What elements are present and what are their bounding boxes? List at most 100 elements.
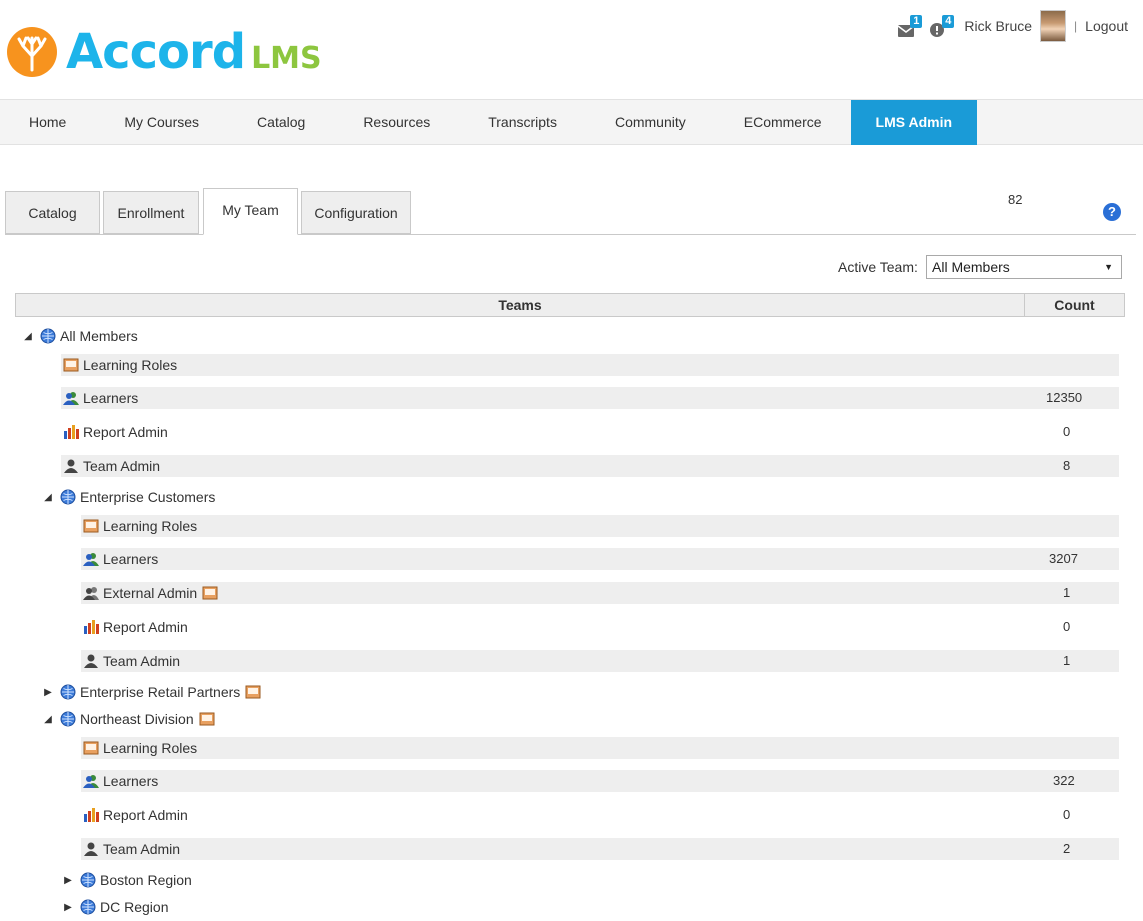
tree-row-learners[interactable]: Learners 12350 (61, 387, 1119, 409)
tree-node-label: Enterprise Customers (80, 489, 216, 505)
tree-node-dc-region[interactable]: ▶ DC Region (60, 897, 168, 917)
tab-enrollment[interactable]: Enrollment (103, 191, 199, 234)
tree-row-report-admin[interactable]: Report Admin 0 (61, 421, 1119, 443)
inbox-tray-icon (83, 519, 99, 533)
row-count: 12350 (1046, 390, 1083, 405)
row-count: 0 (1063, 619, 1071, 634)
inbox-tray-icon (83, 741, 99, 755)
alerts-notification[interactable]: 4 (930, 15, 955, 37)
users-icon (63, 391, 79, 405)
tree-row-team-admin[interactable]: Team Admin 8 (61, 455, 1119, 477)
logout-link[interactable]: Logout (1085, 18, 1128, 34)
tree-row-external-admin[interactable]: External Admin 1 (81, 582, 1119, 604)
tree-row-report-admin[interactable]: Report Admin 0 (81, 616, 1119, 638)
record-count: 82 (1008, 192, 1023, 207)
collapse-triangle-icon[interactable]: ◢ (40, 489, 56, 505)
tree-node-label: Enterprise Retail Partners (80, 684, 241, 700)
bar-chart-icon (83, 620, 99, 634)
tree-row-label: Team Admin (103, 841, 181, 857)
tree-node-enterprise-retail-partners[interactable]: ▶ Enterprise Retail Partners (40, 682, 261, 702)
tree-node-boston-region[interactable]: ▶ Boston Region (60, 870, 192, 890)
column-header-count[interactable]: Count (1025, 294, 1124, 316)
tree-node-enterprise-customers[interactable]: ◢ Enterprise Customers (40, 487, 215, 507)
accord-lms-logo[interactable]: Accord LMS (6, 24, 366, 80)
inbox-tray-icon (245, 685, 261, 699)
expand-triangle-icon[interactable]: ▶ (40, 684, 56, 700)
tree-row-report-admin[interactable]: Report Admin 0 (81, 804, 1119, 826)
tree-node-northeast-division[interactable]: ◢ Northeast Division (40, 709, 215, 729)
help-icon[interactable]: ? (1103, 203, 1121, 221)
inbox-tray-icon (199, 712, 215, 726)
messages-notification[interactable]: 1 (898, 15, 923, 37)
admin-tabs: Catalog Enrollment My Team Configuration (5, 188, 1136, 235)
row-count: 0 (1063, 807, 1071, 822)
active-team-select[interactable]: All Members ▼ (926, 255, 1122, 279)
bar-chart-icon (63, 425, 79, 439)
tree-logo-icon (7, 27, 57, 77)
tree-row-label: External Admin (103, 585, 198, 601)
globe-icon (40, 328, 56, 344)
nav-catalog[interactable]: Catalog (228, 100, 334, 145)
tree-row-label: Report Admin (103, 619, 188, 635)
nav-resources[interactable]: Resources (334, 100, 459, 145)
avatar[interactable] (1040, 10, 1067, 42)
tree-row-team-admin[interactable]: Team Admin 1 (81, 650, 1119, 672)
tab-catalog[interactable]: Catalog (5, 191, 100, 234)
tree-node-label: Boston Region (100, 872, 192, 888)
nav-my-courses[interactable]: My Courses (95, 100, 228, 145)
teams-grid-header: Teams Count (15, 293, 1125, 317)
person-icon (63, 459, 79, 473)
globe-icon (60, 489, 76, 505)
row-count: 322 (1053, 773, 1075, 788)
tree-row-label: Learning Roles (83, 357, 178, 373)
tree-row-label: Report Admin (83, 424, 168, 440)
nav-ecommerce[interactable]: ECommerce (715, 100, 851, 145)
nav-home[interactable]: Home (0, 100, 95, 145)
collapse-triangle-icon[interactable]: ◢ (20, 328, 36, 344)
nav-community[interactable]: Community (586, 100, 715, 145)
globe-icon (80, 872, 96, 888)
globe-icon (60, 711, 76, 727)
column-header-teams[interactable]: Teams (16, 294, 1025, 316)
tree-row-label: Learners (103, 773, 159, 789)
tree-row-label: Report Admin (103, 807, 188, 823)
tree-node-all-members[interactable]: ◢ All Members (20, 326, 138, 346)
tree-node-label: DC Region (100, 899, 169, 915)
globe-icon (80, 899, 96, 915)
globe-icon (60, 684, 76, 700)
row-count: 8 (1063, 458, 1071, 473)
bar-chart-icon (83, 808, 99, 822)
tree-row-label: Learning Roles (103, 518, 198, 534)
row-count: 1 (1063, 585, 1071, 600)
expand-triangle-icon[interactable]: ▶ (60, 872, 76, 888)
tree-row-learning-roles[interactable]: Learning Roles (61, 354, 1119, 376)
main-nav: Home My Courses Catalog Resources Transc… (0, 99, 1143, 145)
tree-row-label: Learning Roles (103, 740, 198, 756)
alerts-count-badge: 4 (942, 15, 955, 28)
user-group-icon (83, 586, 99, 600)
user-name[interactable]: Rick Bruce (964, 18, 1032, 34)
tab-my-team[interactable]: My Team (203, 188, 298, 235)
logo-text: Accord (66, 24, 246, 80)
header: Accord LMS 1 4 Rick Bruce | Logout (0, 0, 1143, 99)
tree-row-learners[interactable]: Learners 322 (81, 770, 1119, 792)
person-icon (83, 654, 99, 668)
inbox-tray-icon (202, 586, 218, 600)
expand-triangle-icon[interactable]: ▶ (60, 899, 76, 915)
nav-transcripts[interactable]: Transcripts (459, 100, 586, 145)
messages-count-badge: 1 (910, 15, 923, 28)
row-count: 3207 (1049, 551, 1078, 566)
tree-row-team-admin[interactable]: Team Admin 2 (81, 838, 1119, 860)
tree-row-learning-roles[interactable]: Learning Roles (81, 737, 1119, 759)
tree-node-label: All Members (60, 328, 138, 344)
tab-configuration[interactable]: Configuration (301, 191, 411, 234)
person-icon (83, 842, 99, 856)
tree-row-label: Team Admin (103, 653, 181, 669)
nav-lms-admin[interactable]: LMS Admin (850, 100, 978, 145)
dropdown-arrow-icon: ▼ (1104, 262, 1113, 272)
user-bar: 1 4 Rick Bruce | Logout (898, 10, 1128, 42)
tree-row-learners[interactable]: Learners 3207 (81, 548, 1119, 570)
tree-row-learning-roles[interactable]: Learning Roles (81, 515, 1119, 537)
collapse-triangle-icon[interactable]: ◢ (40, 711, 56, 727)
users-icon (83, 774, 99, 788)
